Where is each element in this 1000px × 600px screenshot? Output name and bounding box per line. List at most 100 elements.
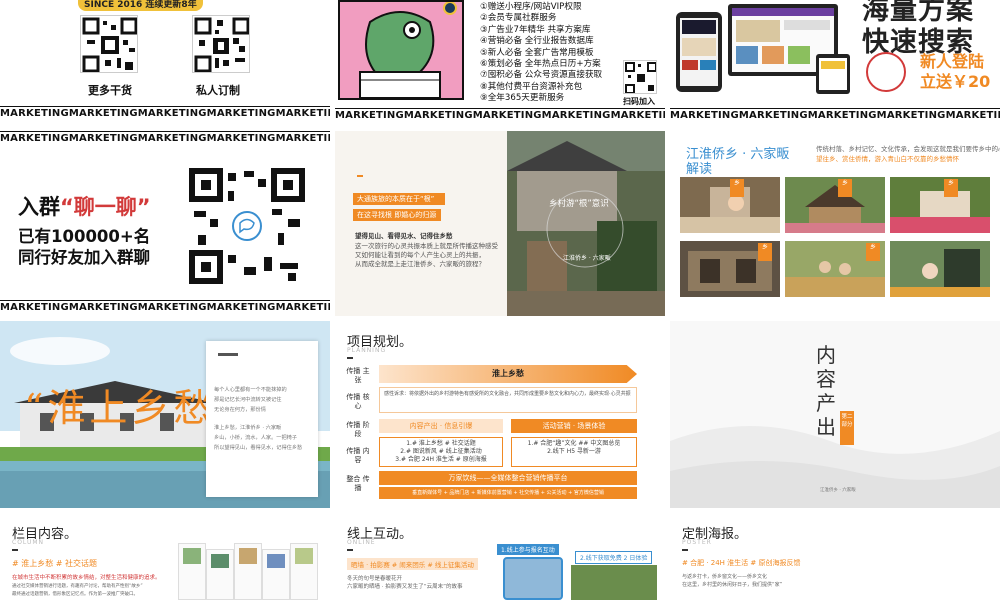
- phone-screen-1: [178, 543, 206, 600]
- plan-content-a: 1.# 淮上乡愁 # 社交话题 2.# 图说新风 # 线上征集活动 3.# 合肥…: [379, 437, 503, 467]
- accent-dash: [12, 549, 18, 551]
- marketing-word: MARKETING: [0, 302, 69, 313]
- benefit-item: ①赠送小程序/网站VIP权限: [480, 2, 582, 12]
- marketing-word: MARKETING: [945, 110, 1000, 121]
- slide-benefits-list[interactable]: ①赠送小程序/网站VIP权限 ②会员专属社群服务 ③广告业7年精华 共享方案库 …: [335, 0, 665, 128]
- slide-join-group[interactable]: MARKETING MARKETING MARKETING MARKETING MARK…: [0, 131, 330, 316]
- content-output-title: 内容产出: [816, 343, 836, 439]
- village-photo: [507, 131, 665, 316]
- accent-dash: [347, 357, 353, 359]
- slide-grid: SINCE 2016 连续更新8年 更多干货 私人订制 MARKETING MA…: [0, 0, 1000, 600]
- benefit-item: ⑥策划必备 全年热点日历+方案: [480, 59, 601, 70]
- plan-row-label: 传播 内容: [346, 447, 370, 464]
- plan-integration-detail: 垂直新媒体号 + 品牌门店 + 新媒体前置营销 + 社交传播 + 公关活动 + …: [379, 487, 637, 499]
- marketing-word: MARKETING: [335, 110, 404, 121]
- marketing-word: MARKETING: [206, 133, 276, 144]
- plan-row-label: 传播 阶段: [346, 421, 370, 438]
- marketing-word: MARKETING: [275, 302, 330, 313]
- village-tag: 乡: [838, 179, 852, 197]
- qr-code-group[interactable]: [188, 167, 306, 285]
- village-tag: 乡: [730, 179, 744, 197]
- slide-online-interaction[interactable]: 线上互动。 ONLINE 晒墙 · 拍影赛 # 闹来团乐 # 线上征集活动 冬天…: [335, 513, 665, 600]
- qr-code-join[interactable]: [623, 60, 657, 94]
- slide-qr-codes[interactable]: SINCE 2016 连续更新8年 更多干货 私人订制 MARKETING MA…: [0, 0, 330, 128]
- slide-village-reading[interactable]: 江淮侨乡 · 六家畈 解读 传统村落、乡村记忆、文化传承，会发现这就是我们要传乡…: [670, 131, 1000, 316]
- project-plan-subtitle: PLANNING: [347, 347, 387, 354]
- marketing-word: MARKETING: [68, 108, 138, 119]
- village-tag: 乡: [758, 243, 772, 261]
- online-tab-1[interactable]: 1.线上参与报名互动: [497, 544, 559, 555]
- village-desc-line1: 传统村落、乡村记忆、文化传承，会发现这就是我们要传乡中的心灵故乡: [816, 145, 1000, 153]
- marketing-strip: MARKETING MARKETING MARKETING MARKETING MARK…: [0, 300, 330, 314]
- marketing-word: MARKETING: [472, 110, 542, 121]
- marketing-word: MARKETING: [137, 302, 207, 313]
- promo-line1: 新人登陆: [920, 52, 985, 71]
- slide-custom-poster[interactable]: 定制海报。 POSTER # 合肥 · 24H 淮生活 # 原创海报反馈 与返乡…: [670, 513, 1000, 600]
- slide-search[interactable]: 海量方案 快速搜索 新人登陆 立送￥20 MARKETING MARKETING M…: [670, 0, 1000, 128]
- plan-stage-b: 活动营销 · 场景体验: [511, 419, 637, 433]
- roots-orange-line1: 大通族旅的本质在于“根”: [353, 193, 445, 205]
- card-line: 无论身在何方，那份情: [214, 407, 266, 413]
- marketing-word: MARKETING: [403, 110, 473, 121]
- device-mockups: [676, 4, 852, 96]
- roots-body: 这一次旅行的心灵共振本质上就是所传播这种感受 又如何能让看到的每个人产生心灵上的…: [355, 242, 505, 269]
- online-photo: [571, 565, 657, 600]
- marketing-word: MARKETING: [137, 133, 207, 144]
- promo-line2: 立送￥20: [920, 72, 991, 91]
- card-line: 所以望得见山，看得见水，记得住乡愁: [214, 445, 303, 451]
- card-line: 每个人心里都有一个不能抹掉的: [214, 387, 287, 393]
- marketing-word: MARKETING: [738, 110, 808, 121]
- plan-core-text: 感性诉求：将依据外出的乡村游特色有感受所的文化融合，共同形成重要乡愁文化和内心力…: [384, 391, 631, 397]
- marketing-word: MARKETING: [0, 133, 69, 144]
- card-line: 淮上乡愁，江淮侨乡 · 六家畈: [214, 425, 282, 431]
- qr-code-right[interactable]: [192, 15, 250, 73]
- plan-integration: 万家饮线——全媒体整合营销传播平台: [379, 471, 637, 485]
- slide-roots[interactable]: 大通族旅的本质在于“根” 在这寻找根 即婚心的归源 望得见山、看得见水、记得住乡…: [335, 131, 665, 316]
- roots-body-line: 又如何能让看到的每个人产生心灵上的共振，: [355, 251, 485, 259]
- join-title-prefix: 入群: [18, 195, 60, 219]
- join-subtitle: 已有100000+名 同行好友加入群聊: [18, 226, 150, 268]
- online-gray-line: 六家畈的晒墙 · 拍影赛又发生了“云周末”的故事: [347, 584, 463, 590]
- marketing-word: MARKETING: [275, 133, 330, 144]
- phone-screen-3: [234, 543, 262, 600]
- accent-dash: [357, 175, 363, 177]
- slide-columns[interactable]: 栏目内容。 COLUMN # 淮上乡愁 # 社交话题 在城市生活中不断积累的故乡…: [0, 513, 330, 600]
- roots-heading: 望得见山、看得见水、记得住乡愁: [355, 232, 453, 240]
- red-stamp-icon: [866, 52, 906, 92]
- marketing-word: MARKETING: [275, 108, 330, 119]
- marketing-word: MARKETING: [68, 302, 138, 313]
- photo-subtitle: 江淮侨乡 · 六家畈: [563, 255, 611, 262]
- marketing-strip: MARKETING MARKETING MARKETING MARKETING MARK…: [0, 131, 330, 145]
- village-photo-2: [785, 177, 885, 233]
- online-tab-2[interactable]: 2.线下获取免费 2 日体验: [575, 551, 653, 564]
- poster-hashtag: # 合肥 · 24H 淮生活 # 原创海报反馈: [682, 559, 801, 567]
- card-line: [214, 415, 310, 423]
- card-bird-icon: [218, 353, 238, 356]
- online-subtitle: ONLINE: [347, 539, 376, 546]
- accent-dash: [682, 549, 688, 551]
- plan-row-label: 整合 传播: [346, 475, 370, 492]
- online-gray-text: 冬天的句号是春暖花开 六家畈的晒墙 · 拍影赛又发生了“云周末”的故事: [347, 575, 462, 591]
- slide-nostalgia[interactable]: “淮上乡愁 每个人心里都有一个不能抹掉的 那是记忆长河中流转又被记住 无论身在何…: [0, 321, 330, 508]
- marketing-word: MARKETING: [206, 108, 276, 119]
- benefit-item: ②会员专属社群服务: [480, 13, 557, 24]
- plan-core-box: 感性诉求：将依据外出的乡村游特色有感受所的文化融合，共同形成重要乡愁文化和内心力…: [379, 387, 637, 413]
- section-badge: 第二部分: [840, 411, 854, 445]
- join-sub-line1: 已有100000+名: [18, 227, 151, 246]
- village-tag: 乡: [944, 179, 958, 197]
- benefits-list: ①赠送小程序/网站VIP权限 ②会员专属社群服务 ③广告业7年精华 共享方案库 …: [480, 2, 630, 105]
- marketing-word: MARKETING: [670, 110, 739, 121]
- village-heading: 江淮侨乡 · 六家畈 解读: [686, 147, 790, 177]
- marketing-word: MARKETING: [876, 110, 946, 121]
- marketing-word: MARKETING: [610, 110, 665, 121]
- slide-content-output[interactable]: 内容产出 第二部分 江淮侨乡 · 六家畈: [670, 321, 1000, 508]
- qr-code-left[interactable]: [80, 15, 138, 73]
- village-tag: 乡: [866, 243, 880, 261]
- benefit-item: ④营销必备 全行业报告数据库: [480, 36, 594, 47]
- since-banner: SINCE 2016 连续更新8年: [78, 0, 203, 11]
- benefit-item: ⑤新人必备 全套广告常用模板: [480, 47, 594, 58]
- columns-red-text: 在城市生活中不断积累的故乡情结，对整生活和健康的追求。: [12, 575, 161, 581]
- scan-join-label: 扫码加入: [623, 97, 655, 106]
- slide-project-plan[interactable]: 项目规划。 PLANNING 传播 主张 淮上乡愁 传播 核心 感性诉求：将依据…: [335, 321, 665, 508]
- marketing-word: MARKETING: [206, 302, 276, 313]
